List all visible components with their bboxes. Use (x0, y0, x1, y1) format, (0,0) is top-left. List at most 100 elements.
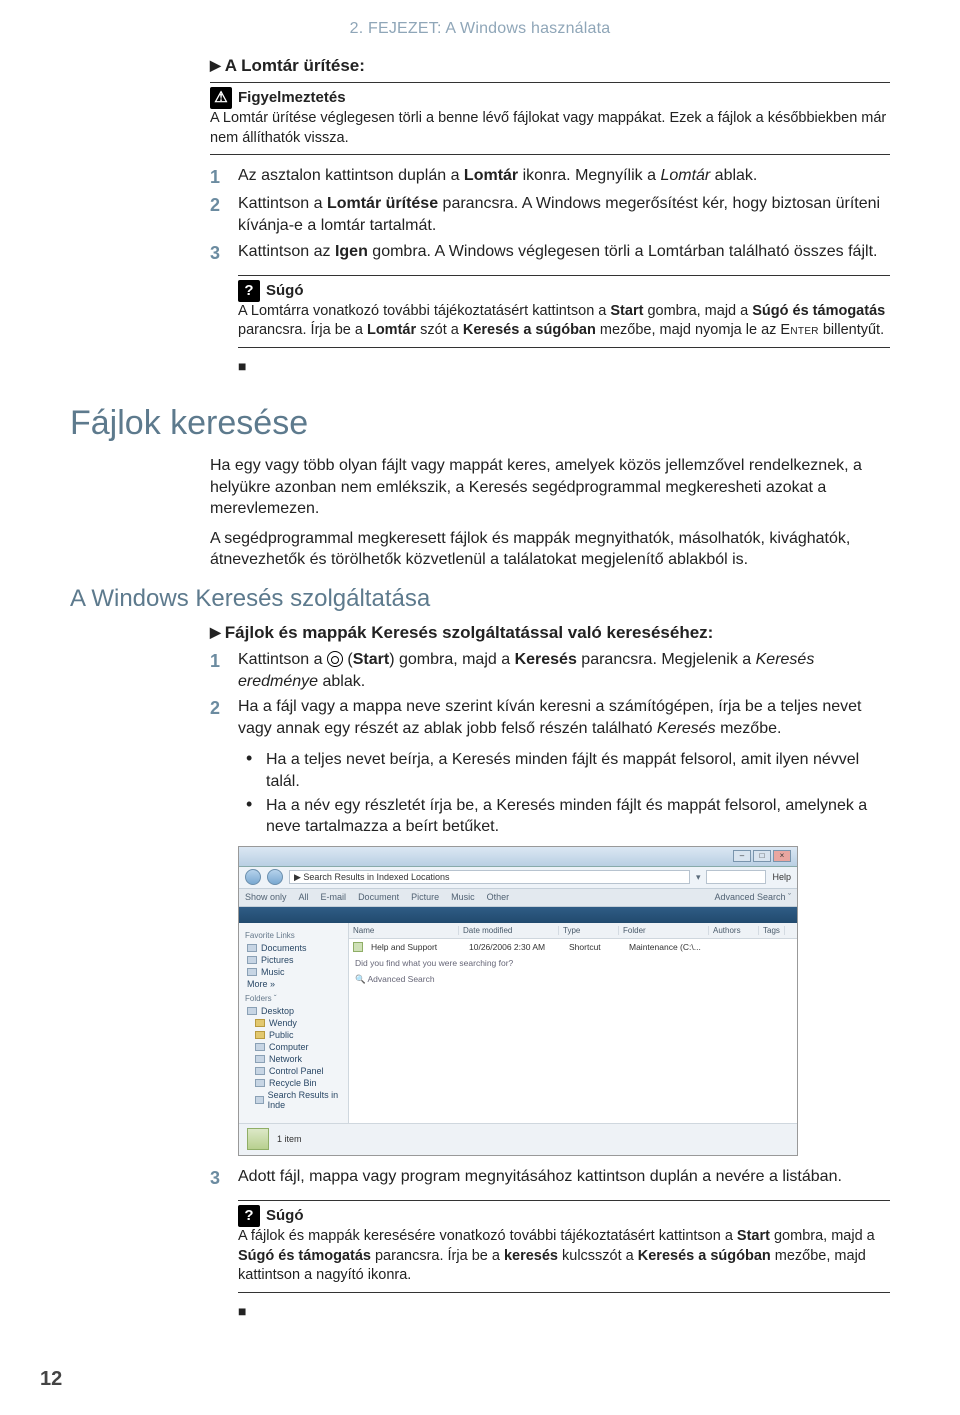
warning-title: Figyelmeztetés (238, 89, 346, 106)
sidebar-item-desktop[interactable]: Desktop (245, 1005, 342, 1017)
column-headers: Name Date modified Type Folder Authors T… (349, 923, 797, 939)
titlebar: – □ × (239, 847, 797, 867)
hint-row: Did you find what you were searching for… (349, 955, 797, 971)
paragraph: A segédprogrammal megkeresett fájlok és … (210, 528, 890, 571)
step-number: 2 (210, 696, 238, 739)
section-heading-recycle: ▶A Lomtár ürítése: (210, 56, 890, 76)
steps-list-2: 1 Kattintson a (Start) gombra, majd a Ke… (210, 649, 890, 739)
bullet-text: Ha a név egy részletét írja be, a Keresé… (266, 795, 890, 838)
step-number: 2 (210, 193, 238, 236)
bullet-icon: • (238, 795, 266, 838)
step-text: Ha a fájl vagy a mappa neve szerint kívá… (238, 696, 890, 739)
close-button[interactable]: × (773, 850, 791, 862)
desktop-icon (247, 1007, 257, 1015)
step-3: 3 Kattintson az Igen gombra. A Windows v… (210, 241, 890, 265)
filter-music[interactable]: Music (451, 892, 475, 902)
filter-other[interactable]: Other (487, 892, 510, 902)
screenshot-search-window: – □ × ▶ Search Results in Indexed Locati… (238, 846, 798, 1156)
computer-icon (255, 1043, 265, 1051)
help-title: Súgó (266, 1207, 304, 1224)
col-type[interactable]: Type (559, 926, 619, 935)
heading-text: Fájlok és mappák Keresés szolgáltatással… (225, 623, 714, 642)
step-3b: 3 Adott fájl, mappa vagy program megnyit… (210, 1166, 890, 1190)
sidebar-item-public[interactable]: Public (245, 1029, 342, 1041)
bullet-text: Ha a teljes nevet beírja, a Keresés mind… (266, 749, 890, 792)
folder-icon (247, 956, 257, 964)
cell-date: 10/26/2006 2:30 AM (465, 942, 565, 952)
col-folder[interactable]: Folder (619, 926, 709, 935)
sidebar-item-computer[interactable]: Computer (245, 1041, 342, 1053)
control-panel-icon (255, 1067, 265, 1075)
bullet-icon: • (238, 749, 266, 792)
cell-folder: Maintenance (C:\... (625, 942, 715, 952)
step-number: 3 (210, 1166, 238, 1190)
filter-all[interactable]: All (299, 892, 309, 902)
help-icon: ? (238, 280, 260, 302)
sidebar-item-recyclebin[interactable]: Recycle Bin (245, 1077, 342, 1089)
back-button[interactable] (245, 869, 261, 885)
step-text: Kattintson a Lomtár ürítése parancsra. A… (238, 193, 890, 236)
result-row[interactable]: Help and Support 10/26/2006 2:30 AM Shor… (349, 939, 797, 955)
advanced-search-row[interactable]: 🔍 Advanced Search (349, 971, 797, 988)
step-text: Adott fájl, mappa vagy program megnyitás… (238, 1166, 890, 1190)
step-text: Az asztalon kattintson duplán a Lomtár i… (238, 165, 890, 189)
filter-bar (239, 907, 797, 923)
sidebar-item-searchresults[interactable]: Search Results in Inde (245, 1089, 342, 1111)
sidebar-header: Folders ˇ (245, 994, 342, 1003)
minimize-button[interactable]: – (733, 850, 751, 862)
cell-name: Help and Support (367, 942, 465, 952)
main-content: ▶A Lomtár ürítése: ⚠ Figyelmeztetés A Lom… (210, 56, 890, 374)
advanced-search-link[interactable]: Advanced Search ˇ (714, 892, 791, 902)
sidebar-item-pictures[interactable]: Pictures (245, 954, 342, 966)
warning-body: A Lomtár ürítése véglegesen törli a benn… (210, 110, 886, 146)
toolbar: Show only All E-mail Document Picture Mu… (239, 889, 797, 907)
nav-row: ▶ Search Results in Indexed Locations ▾ … (239, 867, 797, 889)
show-only-label: Show only (245, 892, 287, 902)
cell-type: Shortcut (565, 942, 625, 952)
warning-icon: ⚠ (210, 87, 232, 109)
help-title: Súgó (266, 282, 304, 299)
triangle-icon: ▶ (210, 57, 221, 74)
status-bar: 1 item (239, 1123, 797, 1155)
address-bar[interactable]: ▶ Search Results in Indexed Locations (289, 870, 690, 884)
col-date[interactable]: Date modified (459, 926, 559, 935)
section-h2: A Windows Keresés szolgáltatása (70, 585, 890, 613)
paragraph: Ha egy vagy több olyan fájlt vagy mappát… (210, 455, 890, 520)
body-text: Ha egy vagy több olyan fájlt vagy mappát… (210, 455, 890, 571)
help-icon: ? (238, 1205, 260, 1227)
bullet: •Ha a teljes nevet beírja, a Keresés min… (238, 749, 890, 792)
folder-icon (255, 1019, 265, 1027)
sidebar-item-controlpanel[interactable]: Control Panel (245, 1065, 342, 1077)
page: 2. FEJEZET: A Windows használata ▶A Lomt… (0, 0, 960, 1415)
help-body: A fájlok és mappák keresésére vonatkozó … (238, 1228, 875, 1283)
sidebar-item-network[interactable]: Network (245, 1053, 342, 1065)
steps-list-3: 3 Adott fájl, mappa vagy program megnyit… (210, 1166, 890, 1190)
list-pane: Name Date modified Type Folder Authors T… (349, 923, 797, 1123)
search-box[interactable] (706, 870, 766, 884)
filter-picture[interactable]: Picture (411, 892, 439, 902)
filter-document[interactable]: Document (358, 892, 399, 902)
warning-callout: ⚠ Figyelmeztetés A Lomtár ürítése véglege… (210, 82, 890, 155)
filter-email[interactable]: E-mail (321, 892, 347, 902)
help-body: A Lomtárra vonatkozó további tájékoztatá… (238, 303, 885, 339)
col-authors[interactable]: Authors (709, 926, 759, 935)
sidebar-item-user[interactable]: Wendy (245, 1017, 342, 1029)
step-2: 2 Kattintson a Lomtár ürítése parancsra.… (210, 193, 890, 236)
sidebar-item-documents[interactable]: Documents (245, 942, 342, 954)
step-text: Kattintson az Igen gombra. A Windows vég… (238, 241, 890, 265)
forward-button[interactable] (267, 869, 283, 885)
sidebar-item-music[interactable]: Music (245, 966, 342, 978)
maximize-button[interactable]: □ (753, 850, 771, 862)
triangle-icon: ▶ (210, 624, 221, 641)
folder-icon (247, 944, 257, 952)
chapter-title: 2. FEJEZET: A Windows használata (70, 20, 890, 38)
window-body: Favorite Links Documents Pictures Music … (239, 923, 797, 1123)
step-number: 1 (210, 649, 238, 692)
status-icon (247, 1128, 269, 1150)
chevron-down-icon[interactable]: ˇ (274, 994, 277, 1003)
recycle-bin-icon (255, 1079, 265, 1087)
sidebar-item-more[interactable]: More » (245, 978, 342, 990)
file-icon (353, 942, 363, 952)
col-tags[interactable]: Tags (759, 926, 785, 935)
col-name[interactable]: Name (349, 926, 459, 935)
